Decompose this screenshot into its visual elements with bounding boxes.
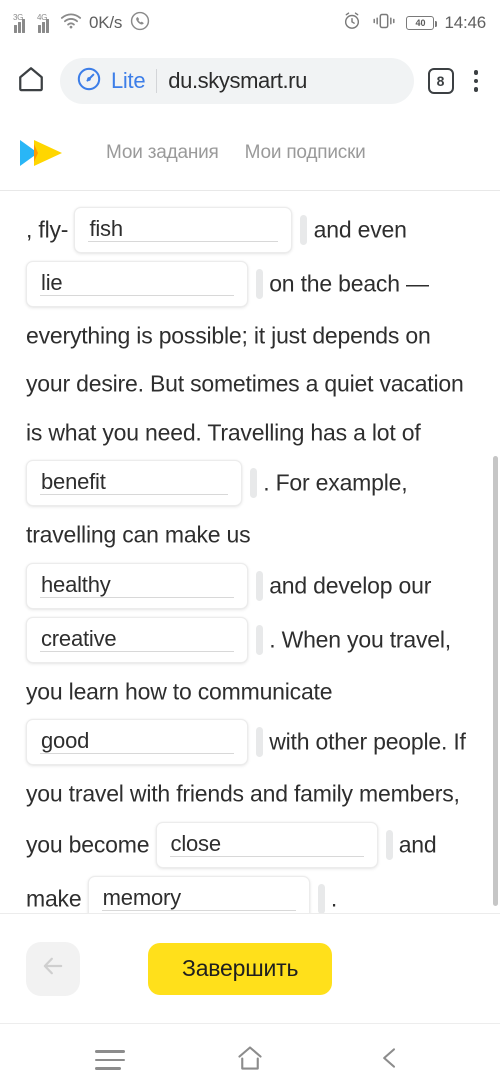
blank-input-6[interactable]: good <box>26 719 248 766</box>
clock-label: 14:46 <box>444 13 486 32</box>
chevron-left-icon <box>376 1044 404 1077</box>
signal-3g-label: 3G <box>13 13 24 22</box>
arrow-left-icon <box>39 952 67 985</box>
blank-marker-4 <box>256 570 263 601</box>
blank-field-5[interactable]: creative <box>26 616 263 663</box>
tab-count-button[interactable]: 8 <box>427 68 454 94</box>
scrollbar-thumb[interactable] <box>493 456 498 906</box>
blank-input-5[interactable]: creative <box>26 616 248 663</box>
three-dot-menu-icon[interactable] <box>468 66 485 96</box>
exercise-text-9: . <box>330 885 338 912</box>
blank-value-4: healthy <box>41 571 111 597</box>
blank-value-1: fish <box>89 216 123 241</box>
app-nav: Мои задания Мои подписки <box>106 142 366 164</box>
blank-field-2[interactable]: lie <box>26 261 263 307</box>
blank-field-1[interactable]: fish <box>74 207 308 253</box>
android-back-button[interactable] <box>358 1038 422 1082</box>
exercise-paragraph: , fly- fish and even lie on the beach — … <box>26 203 474 913</box>
blank-marker-6 <box>256 727 263 758</box>
recents-button[interactable] <box>78 1038 142 1082</box>
signal-4g-label: 4G <box>37 13 48 22</box>
home-outline-icon <box>234 1043 266 1078</box>
blank-field-4[interactable]: healthy <box>26 562 263 609</box>
skysmart-logo-icon[interactable] <box>18 136 66 170</box>
nav-item-my-tasks[interactable]: Мои задания <box>106 142 219 164</box>
status-bar: 3G 4G 0K/s 40 14:46 <box>0 0 500 46</box>
blank-input-8[interactable]: memory <box>87 875 310 913</box>
vibrate-icon <box>372 12 396 35</box>
exercise-footer: Завершить <box>0 913 500 1023</box>
exercise-text-1: , fly- <box>26 216 69 243</box>
blank-input-1[interactable]: fish <box>74 207 293 253</box>
android-home-button[interactable] <box>218 1038 282 1082</box>
blank-field-6[interactable]: good <box>26 719 263 766</box>
blank-marker-5 <box>256 624 263 655</box>
home-icon[interactable] <box>16 64 46 99</box>
battery-icon: 40 <box>406 16 438 30</box>
url-text[interactable]: du.skysmart.ru <box>168 68 307 94</box>
blank-field-7[interactable]: close <box>155 821 393 868</box>
blank-input-3[interactable]: benefit <box>26 460 242 507</box>
blank-input-7[interactable]: close <box>155 821 378 868</box>
network-speed-label: 0K/s <box>89 13 123 32</box>
blank-value-6: good <box>41 728 90 754</box>
lite-mode-label: Lite <box>111 68 146 93</box>
recents-icon <box>95 1050 125 1070</box>
blank-field-3[interactable]: benefit <box>26 460 257 507</box>
wifi-icon <box>60 12 82 34</box>
blank-marker-2 <box>256 269 263 299</box>
android-navigation-bar <box>0 1023 500 1083</box>
scrollbar[interactable] <box>493 191 498 913</box>
phone-call-icon <box>129 10 151 37</box>
blank-value-3: benefit <box>41 469 106 495</box>
blank-input-4[interactable]: healthy <box>26 562 248 609</box>
exercise-text-5: and develop our <box>269 572 432 599</box>
signal-3g-icon: 3G <box>13 13 29 33</box>
blank-marker-1 <box>300 215 308 245</box>
omnibox-divider <box>156 69 158 93</box>
signal-strength-group: 3G 4G <box>13 13 53 33</box>
alarm-clock-icon <box>342 11 362 36</box>
blank-value-5: creative <box>41 625 117 651</box>
blank-value-7: close <box>170 830 222 856</box>
blank-marker-7 <box>385 829 393 860</box>
speedometer-icon <box>76 66 102 97</box>
blank-value-2: lie <box>41 270 63 295</box>
previous-task-button[interactable] <box>26 941 80 996</box>
blank-value-8: memory <box>102 884 181 910</box>
browser-toolbar: Lite du.skysmart.ru 8 <box>0 46 500 116</box>
blank-input-2[interactable]: lie <box>26 261 248 307</box>
address-bar[interactable]: Lite du.skysmart.ru <box>60 58 414 104</box>
blank-marker-3 <box>250 468 257 499</box>
signal-4g-icon: 4G <box>37 13 53 33</box>
exercise-text-2: and even <box>313 216 407 243</box>
exercise-content: , fly- fish and even lie on the beach — … <box>0 190 500 913</box>
nav-item-my-subscriptions[interactable]: Мои подписки <box>245 142 366 164</box>
app-header: Мои задания Мои подписки <box>0 116 500 190</box>
blank-field-8[interactable]: memory <box>87 875 325 913</box>
blank-marker-8 <box>317 883 325 913</box>
finish-button[interactable]: Завершить <box>148 942 333 995</box>
battery-level-label: 40 <box>415 18 426 28</box>
